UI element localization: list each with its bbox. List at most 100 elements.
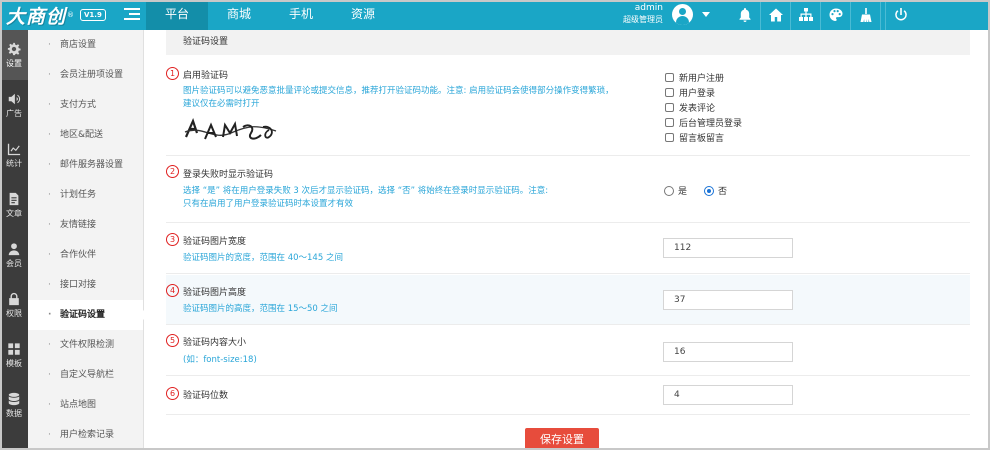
- nav-mobile[interactable]: 手机: [270, 0, 332, 30]
- iconbar-stats[interactable]: 统计: [0, 130, 28, 180]
- submenu-item[interactable]: 接口对接: [28, 270, 143, 300]
- submenu-item[interactable]: 会员注册项设置: [28, 60, 143, 90]
- setting-row-image-width: 3 验证码图片宽度 验证码图片的宽度，范围在 40～145 之间 112: [166, 224, 970, 274]
- checkbox-box[interactable]: [665, 118, 674, 127]
- main-nav: 平台 商城 手机 资源: [146, 0, 394, 30]
- submenu-item[interactable]: 站点地图: [28, 390, 143, 420]
- iconbar-data[interactable]: 数据: [0, 380, 28, 430]
- grid-icon: [8, 342, 20, 355]
- submenu-item[interactable]: 计划任务: [28, 180, 143, 210]
- admin-name: admin: [634, 3, 663, 13]
- submenu-item[interactable]: 邮件服务器设置: [28, 150, 143, 180]
- checkbox-user-login[interactable]: 用户登录: [665, 86, 715, 99]
- checkbox-box[interactable]: [665, 103, 674, 112]
- menu-toggle-icon[interactable]: [124, 8, 140, 22]
- broom-icon[interactable]: [850, 0, 880, 30]
- nav-resources[interactable]: 资源: [332, 0, 394, 30]
- settings-submenu: 商店设置 会员注册项设置 支付方式 地区&配送 邮件服务器设置 计划任务 友情链…: [28, 30, 144, 450]
- checkbox-message-board[interactable]: 留言板留言: [665, 131, 724, 144]
- submenu-item[interactable]: 商店设置: [28, 30, 143, 60]
- radio-label: 是: [678, 187, 688, 197]
- iconbar-members[interactable]: 会员: [0, 230, 28, 280]
- palette-icon[interactable]: [820, 0, 850, 30]
- radio-dot-selected[interactable]: [704, 185, 714, 196]
- sitemap-icon[interactable]: [790, 0, 820, 30]
- iconbar-settings[interactable]: 设置: [0, 30, 28, 80]
- submenu-item-captcha-active[interactable]: 验证码设置: [28, 300, 144, 330]
- desc-line: 建议仅在必需时打开: [183, 99, 260, 109]
- row-title: 验证码内容大小: [183, 338, 247, 348]
- home-icon[interactable]: [760, 0, 790, 30]
- chevron-down-icon[interactable]: [702, 12, 710, 17]
- row-description: 图片验证码可以避免恶意批量评论或提交信息，推荐打开验证码功能。注意: 启用验证码…: [183, 85, 614, 111]
- setting-row-image-height: 4 验证码图片高度 验证码图片的高度，范围在 15～50 之间 37: [166, 275, 970, 325]
- bell-icon[interactable]: [730, 0, 760, 30]
- image-width-input[interactable]: 112: [663, 238, 793, 258]
- user-icon: [8, 242, 20, 255]
- nav-platform[interactable]: 平台: [146, 0, 208, 30]
- admin-info[interactable]: admin 超级管理员: [615, 3, 663, 25]
- row-title: 登录失败时显示验证码: [183, 170, 274, 180]
- radio-dot[interactable]: [664, 185, 674, 196]
- row-description: (如：font-size:18): [183, 355, 257, 365]
- row-number: 1: [166, 67, 179, 80]
- captcha-sample-image: [183, 115, 278, 145]
- checkbox-box[interactable]: [665, 88, 674, 97]
- submenu-item[interactable]: 自定义导航栏: [28, 360, 143, 390]
- power-icon[interactable]: [885, 0, 915, 30]
- iconbar-templates[interactable]: 模板: [0, 330, 28, 380]
- radio-no[interactable]: 否: [704, 184, 727, 197]
- row-description: 验证码图片的高度，范围在 15～50 之间: [183, 304, 338, 314]
- row-title: 启用验证码: [183, 71, 229, 81]
- checkbox-new-user-register[interactable]: 新用户注册: [665, 71, 724, 84]
- iconbar-label: 广告: [6, 108, 22, 118]
- submenu-item[interactable]: 地区&配送: [28, 120, 143, 150]
- checkbox-label: 用户登录: [679, 89, 716, 99]
- desc-line: 选择 “是” 将在用户登录失败 3 次后才显示验证码，选择 “否” 将始终在登录…: [183, 186, 549, 196]
- row-number: 5: [166, 334, 179, 347]
- save-button[interactable]: 保存设置: [525, 428, 599, 450]
- iconbar-permissions[interactable]: 权限: [0, 280, 28, 330]
- iconbar-label: 模板: [6, 358, 22, 368]
- icon-sidebar: 设置 广告 统计 文章 会员 权限 模板 数据: [0, 30, 28, 450]
- submenu-item[interactable]: 用户检索记录: [28, 420, 143, 450]
- iconbar-articles[interactable]: 文章: [0, 180, 28, 230]
- radio-label: 否: [718, 187, 728, 197]
- row-number: 2: [166, 165, 179, 178]
- iconbar-label: 文章: [6, 208, 22, 218]
- nav-mall[interactable]: 商城: [208, 0, 270, 30]
- submenu-item[interactable]: 合作伙伴: [28, 240, 143, 270]
- logo[interactable]: 大商创 ® V1.9: [6, 4, 106, 28]
- row-description: 验证码图片的宽度，范围在 40～145 之间: [183, 253, 343, 263]
- checkbox-label: 后台管理员登录: [679, 119, 743, 129]
- checkbox-box[interactable]: [665, 73, 674, 82]
- document-icon: [9, 192, 19, 205]
- iconbar-label: 统计: [6, 158, 22, 168]
- submenu-item[interactable]: 友情链接: [28, 210, 143, 240]
- speaker-icon: [8, 93, 21, 104]
- desc-line: 只有在启用了用户登录验证码时本设置才有效: [183, 199, 354, 209]
- row-title: 验证码位数: [183, 391, 229, 401]
- checkbox-post-comment[interactable]: 发表评论: [665, 101, 715, 114]
- image-height-input[interactable]: 37: [663, 290, 793, 310]
- digit-count-input[interactable]: 4: [663, 385, 793, 405]
- desc-line: 图片验证码可以避免恶意批量评论或提交信息，推荐打开验证码功能。注意: 启用验证码…: [183, 86, 614, 96]
- admin-role: 超级管理员: [623, 15, 663, 24]
- checkbox-label: 留言板留言: [679, 134, 725, 144]
- checkbox-admin-login[interactable]: 后台管理员登录: [665, 116, 742, 129]
- section-title: 验证码设置: [166, 30, 970, 55]
- content-size-input[interactable]: 16: [663, 342, 793, 362]
- top-icons: [730, 0, 915, 30]
- avatar[interactable]: [672, 4, 693, 25]
- setting-row-content-size: 5 验证码内容大小 (如：font-size:18) 16: [166, 326, 970, 376]
- setting-row-digit-count: 6 验证码位数 4: [166, 377, 970, 415]
- submenu-item[interactable]: 支付方式: [28, 90, 143, 120]
- gear-icon: [7, 42, 21, 55]
- submenu-item[interactable]: 文件权限检测: [28, 330, 143, 360]
- row-number: 6: [166, 387, 179, 400]
- setting-row-enable-captcha: 1 启用验证码 图片验证码可以避免恶意批量评论或提交信息，推荐打开验证码功能。注…: [166, 62, 970, 156]
- radio-yes[interactable]: 是: [664, 184, 687, 197]
- iconbar-ads[interactable]: 广告: [0, 80, 28, 130]
- checkbox-box[interactable]: [665, 133, 674, 142]
- logo-text: 大商创: [6, 5, 67, 28]
